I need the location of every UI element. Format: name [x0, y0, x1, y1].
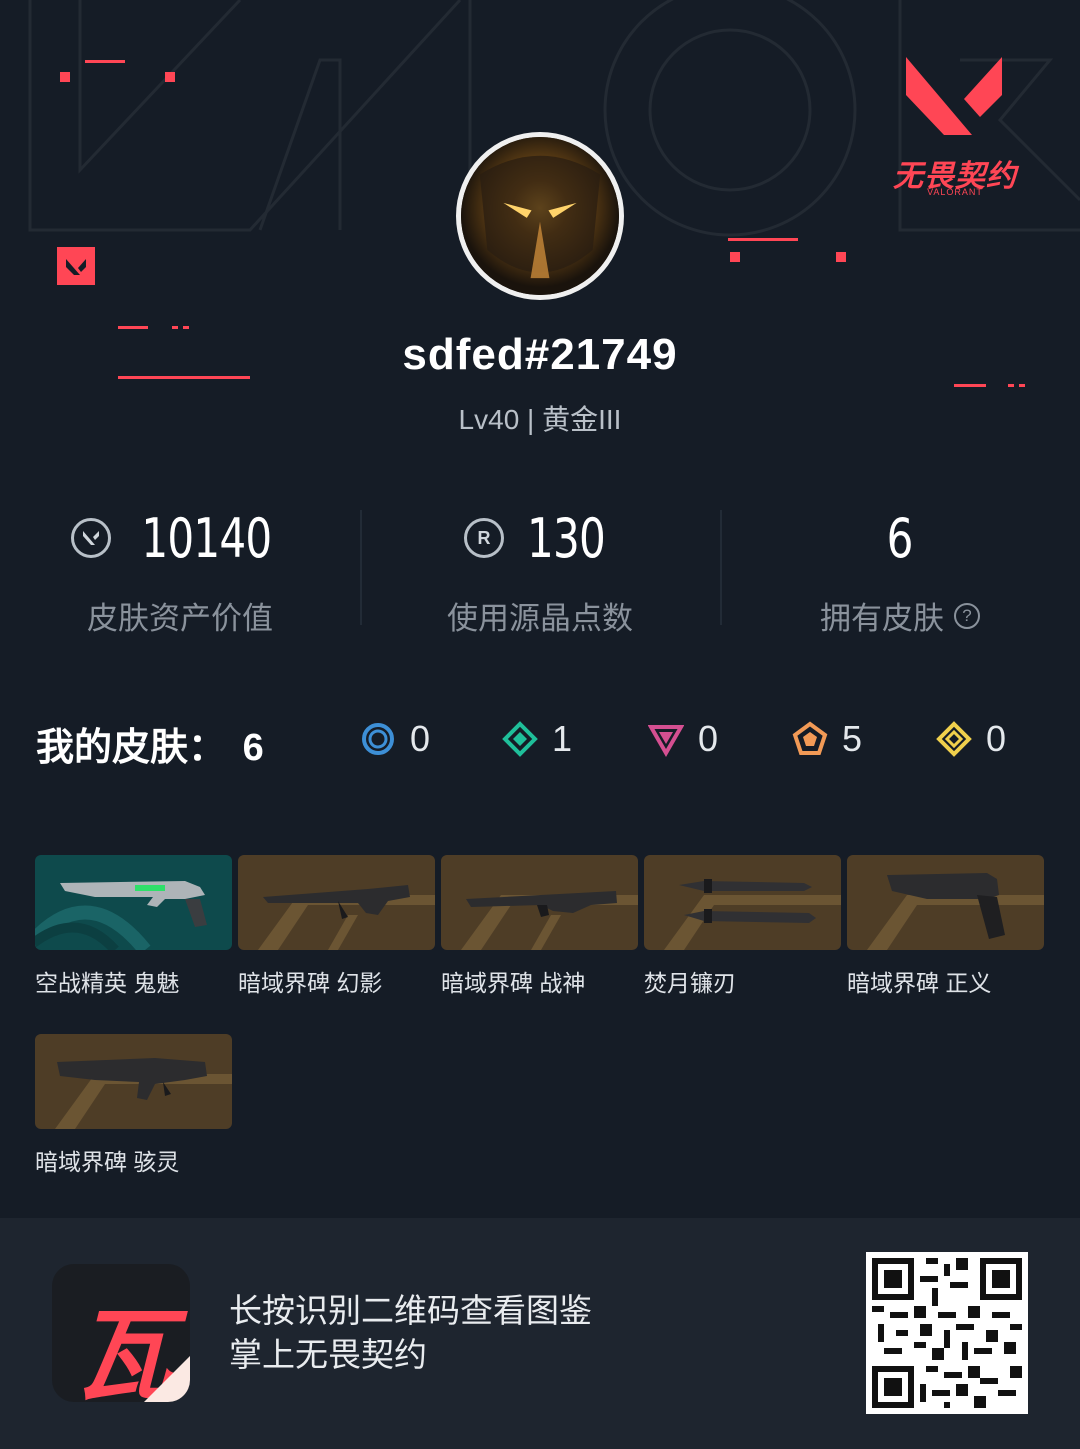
skin-image [847, 855, 1044, 950]
skin-image [238, 855, 435, 950]
tier-count: 1 [552, 718, 573, 759]
tier-exclusive[interactable]: 0 [936, 718, 1006, 760]
valorant-v-icon [906, 57, 1002, 135]
skins-title-count: 6 [242, 727, 264, 769]
ultra-tier-icon [792, 721, 828, 755]
exclusive-tier-icon [936, 721, 972, 757]
tier-premium[interactable]: 0 [648, 718, 718, 760]
skin-card[interactable]: 暗域界碑 骇灵 [35, 1034, 232, 1177]
brand-sub: VALORANT [927, 187, 983, 197]
tier-ultra[interactable]: 5 [792, 718, 862, 760]
premium-tier-icon [648, 725, 684, 757]
qr-code-icon [872, 1258, 1022, 1408]
level-rank: Lv40 | 黄金III [458, 404, 622, 435]
skin-image [35, 855, 232, 950]
stat-value: 130 [526, 506, 606, 570]
tier-count: 0 [986, 718, 1007, 759]
skin-card[interactable]: 暗域界碑 幻影 [238, 855, 435, 998]
skin-name: 暗域界碑 骇灵 [35, 1149, 180, 1175]
skin-card[interactable]: 暗域界碑 正义 [847, 855, 1044, 998]
tier-deluxe[interactable]: 1 [502, 718, 572, 760]
skin-image [644, 855, 841, 950]
tier-select[interactable]: 0 [360, 718, 430, 760]
valorant-points-icon [70, 518, 111, 558]
stat-skin-value: 10140 皮肤资产价值 [0, 505, 360, 636]
avatar[interactable] [456, 132, 624, 300]
footer-app-name: 掌上无畏契约 [229, 1336, 427, 1373]
tier-count: 5 [842, 718, 863, 759]
qr-code[interactable] [866, 1252, 1028, 1414]
skin-image [35, 1034, 232, 1129]
footer-banner: 瓦 长按识别二维码查看图鉴 掌上无畏契约 [0, 1218, 1080, 1449]
skins-summary: 我的皮肤： 6 0 1 0 5 0 [36, 712, 1046, 771]
deluxe-tier-icon [502, 721, 538, 757]
skin-name: 暗域界碑 正义 [847, 970, 992, 996]
stat-owned-skins: 6 拥有皮肤 ? [720, 505, 1080, 636]
tier-count: 0 [698, 718, 719, 759]
footer-instruction: 长按识别二维码查看图鉴 [229, 1292, 592, 1329]
skin-name: 暗域界碑 战神 [441, 970, 586, 996]
stat-radianite: R 130 使用源晶点数 [360, 505, 720, 636]
radianite-icon: R [463, 518, 504, 558]
stat-label: 皮肤资产价值 [87, 601, 273, 636]
select-tier-icon [362, 723, 394, 755]
skin-card[interactable]: 空战精英 鬼魅 [35, 855, 232, 998]
skin-card[interactable]: 暗域界碑 战神 [441, 855, 638, 998]
valorant-brand-logo: 无畏契约 VALORANT [880, 55, 1030, 200]
stat-label: 使用源晶点数 [447, 601, 633, 636]
stats-bar: 10140 皮肤资产价值 R 130 使用源晶点数 6 拥有皮肤 ? [0, 505, 1080, 636]
stat-label: 拥有皮肤 [820, 601, 944, 636]
player-card-image [461, 137, 619, 295]
skins-title: 我的皮肤： 6 [36, 716, 264, 771]
skin-name: 空战精英 鬼魅 [35, 970, 180, 996]
skin-image [441, 855, 638, 950]
stat-value: 6 [886, 506, 914, 570]
app-icon[interactable]: 瓦 [52, 1264, 190, 1402]
skin-name: 暗域界碑 幻影 [238, 970, 383, 996]
help-icon[interactable]: ? [954, 602, 980, 629]
skins-title-label: 我的皮肤： [36, 727, 227, 769]
skin-name: 焚月镰刃 [644, 970, 736, 996]
username: sdfed#21749 [402, 330, 678, 379]
app-glyph: 瓦 [74, 1296, 174, 1402]
valorant-small-logo-icon [57, 247, 95, 285]
skin-card[interactable]: 焚月镰刃 [644, 855, 841, 998]
tier-count: 0 [410, 718, 431, 759]
stat-value: 10140 [140, 506, 272, 570]
